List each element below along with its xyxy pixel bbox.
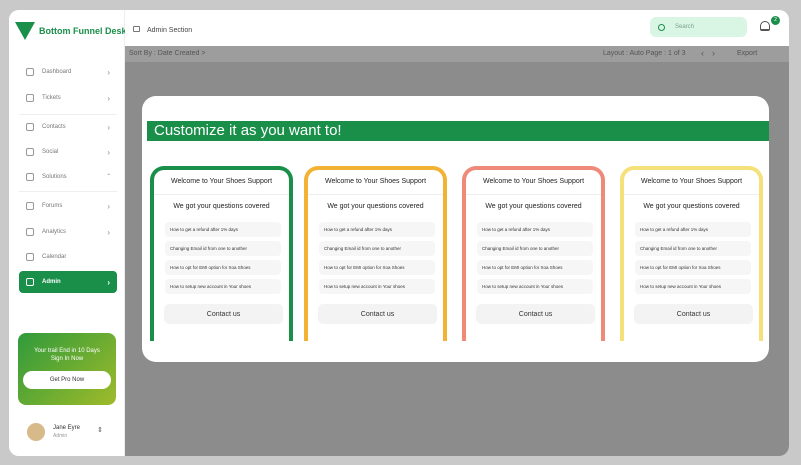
sidebar-item-admin[interactable]: Admin › [19,271,117,293]
divider [624,194,759,195]
contact-us-button[interactable]: Contact us [476,304,595,324]
brand[interactable]: Bottom Funnel Desk [15,22,127,40]
breadcrumb: Admin Section [147,27,193,34]
lock-icon [26,278,34,286]
faq-item[interactable]: How to get a refund after 1% days [477,222,593,237]
logo-icon [15,22,35,40]
faq-item[interactable]: How to opt for EMI option for Xoa Shoes [319,260,435,275]
faq-item[interactable]: How to get a refund after 1% days [165,222,281,237]
calendar-icon [26,253,34,261]
avatar [27,423,45,441]
top-bar: Admin Section Search 2 [125,10,789,46]
faq-item[interactable]: How to setup new account in Your shoes [477,279,593,294]
trial-banner: Your trail End in 10 Days Sign In Now Ge… [18,333,116,405]
chevron-right-icon: › [107,67,110,77]
pagination-arrows-icon[interactable]: ‹› [701,48,723,58]
card-heading: Welcome to Your Shoes Support [324,178,427,185]
user-role: Admin [53,433,68,439]
card-subheading: We got your questions covered [643,203,740,210]
sidebar-item-contacts[interactable]: Contacts › [19,116,117,138]
support-card: Welcome to Your Shoes Support We got your… [150,166,293,341]
divider [19,114,117,115]
modal-title: Customize it as you want to! [147,121,769,141]
expand-toggle-icon[interactable]: ⇕ [97,426,103,434]
tickets-icon [26,94,34,102]
chevron-right-icon: › [107,93,110,103]
card-heading: Welcome to Your Shoes Support [170,178,273,185]
card-subheading: We got your questions covered [327,203,424,210]
trial-text: Your trail End in 10 Days [34,348,100,354]
contact-us-button[interactable]: Contact us [634,304,753,324]
bell-icon[interactable] [760,21,770,31]
dashboard-icon [26,68,34,76]
social-icon [26,148,34,156]
layout-pagination[interactable]: Layout : Auto Page : 1 of 3 [603,50,686,57]
user-name: Jane Eyre [53,425,81,431]
faq-item[interactable]: Changing Email id from one to another [319,241,435,256]
faq-item[interactable]: How to get a refund after 1% days [319,222,435,237]
faq-item[interactable]: How to setup new account in Your shoes [165,279,281,294]
faq-item[interactable]: How to opt for EMI option for Xoa Shoes [477,260,593,275]
support-card: Welcome to Your Shoes Support We got your… [462,166,605,341]
sidebar-item-dashboard[interactable]: Dashboard › [19,61,117,83]
chevron-right-icon: › [107,227,110,237]
customize-modal: Customize it as you want to! Welcome to … [142,96,769,362]
chevron-right-icon: › [107,201,110,211]
divider [19,191,117,192]
support-card: Welcome to Your Shoes Support We got your… [620,166,763,341]
search-input[interactable]: Search [650,17,747,37]
analytics-icon [26,228,34,236]
support-card: Welcome to Your Shoes Support We got your… [304,166,447,341]
search-icon [658,23,665,31]
faq-item[interactable]: Changing Email id from one to another [165,241,281,256]
contact-us-button[interactable]: Contact us [318,304,437,324]
toolbar: Sort By : Date Created > Layout : Auto P… [125,46,789,62]
faq-item[interactable]: How to setup new account in Your shoes [319,279,435,294]
faq-item[interactable]: Changing Email id from one to another [477,241,593,256]
faq-item[interactable]: How to get a refund after 1% days [635,222,751,237]
divider [154,194,289,195]
solutions-icon [26,173,34,181]
sidebar-item-calendar[interactable]: Calendar [19,246,117,268]
card-subheading: We got your questions covered [485,203,582,210]
sidebar-item-solutions[interactable]: Solutions ˆ [19,166,117,188]
lock-icon [133,26,140,32]
chevron-up-icon: ˆ [107,172,110,182]
faq-item[interactable]: How to opt for EMI option for Xoa Shoes [165,260,281,275]
brand-name: Bottom Funnel Desk [39,26,127,36]
sidebar: Bottom Funnel Desk Dashboard › Tickets ›… [9,10,127,456]
contact-us-button[interactable]: Contact us [164,304,283,324]
faq-item[interactable]: How to opt for EMI option for Xoa Shoes [635,260,751,275]
search-placeholder: Search [675,24,695,30]
get-pro-button[interactable]: Get Pro Now [23,371,111,389]
divider [308,194,443,195]
export-button[interactable]: Export [737,50,757,57]
user-profile[interactable]: Jane Eyre Admin ⇕ [27,423,103,441]
card-heading: Welcome to Your Shoes Support [482,178,585,185]
sidebar-item-forums[interactable]: Forums › [19,195,117,217]
chevron-right-icon: › [107,277,110,287]
contacts-icon [26,123,34,131]
chevron-right-icon: › [107,122,110,132]
divider [466,194,601,195]
faq-item[interactable]: Changing Email id from one to another [635,241,751,256]
notification-badge: 2 [771,16,780,25]
card-subheading: We got your questions covered [173,203,270,210]
forums-icon [26,202,34,210]
sidebar-item-social[interactable]: Social › [19,141,117,163]
chevron-right-icon: › [107,147,110,157]
card-heading: Welcome to Your Shoes Support [640,178,743,185]
trial-signin-text[interactable]: Sign In Now [18,355,116,363]
sidebar-item-tickets[interactable]: Tickets › [19,87,117,109]
faq-item[interactable]: How to setup new account in Your shoes [635,279,751,294]
sort-dropdown[interactable]: Sort By : Date Created > [129,50,205,57]
sidebar-item-analytics[interactable]: Analytics › [19,221,117,243]
